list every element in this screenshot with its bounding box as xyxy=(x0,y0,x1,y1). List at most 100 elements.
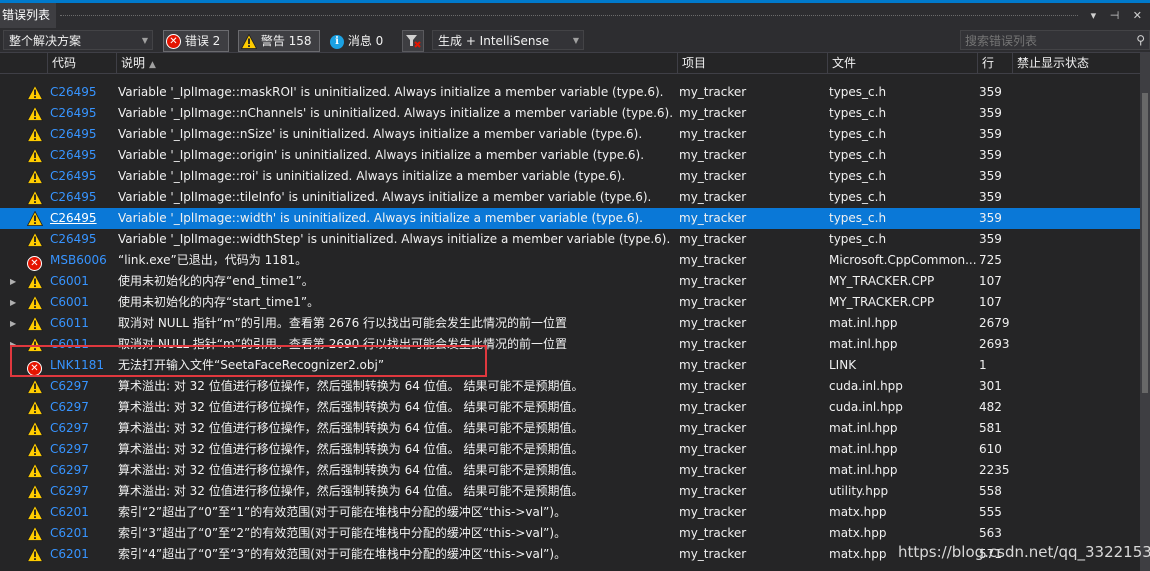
expand-arrow-icon[interactable]: ▶ xyxy=(10,271,16,292)
annotation-highlight-box xyxy=(10,345,487,377)
table-row[interactable]: C6201 索引“2”超出了“0”至“1”的有效范围(对于可能在堆栈中分配的缓冲区… xyxy=(0,502,1140,523)
row-code-link[interactable]: C26495 xyxy=(50,103,97,124)
table-row[interactable]: C26495 Variable '_IplImage::nSize' is uni… xyxy=(0,124,1140,145)
table-row[interactable]: ✕ MSB6006 “link.exe”已退出，代码为 1181。 my_tracke… xyxy=(0,250,1140,271)
watermark: https://blog.csdn.net/qq_33221533 xyxy=(898,543,1150,561)
row-description: Variable '_IplImage::nSize' is uninitial… xyxy=(118,127,643,141)
table-row[interactable]: C6297 算术溢出: 对 32 位值进行移位操作，然后强制转换为 64 位值。 … xyxy=(0,481,1140,502)
row-file: mat.inl.hpp xyxy=(829,316,898,330)
row-file: types_c.h xyxy=(829,232,887,246)
row-code-link[interactable]: C26495 xyxy=(50,145,97,166)
row-code-link[interactable]: C6201 xyxy=(50,502,89,523)
column-suppression[interactable]: 禁止显示状态 xyxy=(1012,53,1140,73)
title-grip[interactable] xyxy=(60,15,1078,16)
filter-icon[interactable] xyxy=(402,30,424,52)
row-file: types_c.h xyxy=(829,127,887,141)
search-icon[interactable]: ⚲ xyxy=(1136,33,1145,47)
row-project: my_tracker xyxy=(679,400,747,414)
errors-filter-button[interactable]: ✕ 错误 2 xyxy=(163,30,229,52)
messages-filter-button[interactable]: i 消息 0 xyxy=(327,30,395,52)
warnings-filter-button[interactable]: 警告 158 xyxy=(238,30,320,52)
row-line: 359 xyxy=(979,85,1002,99)
row-code-link[interactable]: C6297 xyxy=(50,376,89,397)
build-filter-dropdown[interactable]: 生成 + IntelliSense ▼ xyxy=(432,30,584,50)
row-code-link[interactable]: C6011 xyxy=(50,313,89,334)
scrollbar-thumb[interactable] xyxy=(1142,93,1148,393)
row-code-link[interactable]: C6201 xyxy=(50,523,89,544)
row-code-link[interactable]: C6297 xyxy=(50,397,89,418)
scope-dropdown[interactable]: 整个解决方案 ▼ xyxy=(3,30,153,50)
row-code-link[interactable]: C26495 xyxy=(50,166,97,187)
table-row[interactable]: C26495 Variable '_IplImage::roi' is unini… xyxy=(0,166,1140,187)
row-line: 359 xyxy=(979,211,1002,225)
row-line: 359 xyxy=(979,148,1002,162)
table-row[interactable]: C26495 Variable '_IplImage::nChannels' is… xyxy=(0,103,1140,124)
column-suppression-label: 禁止显示状态 xyxy=(1017,56,1090,70)
row-code-link[interactable]: C6297 xyxy=(50,418,89,439)
row-project: my_tracker xyxy=(679,379,747,393)
column-file[interactable]: 文件 xyxy=(827,53,977,73)
row-code-link[interactable]: C6001 xyxy=(50,271,89,292)
row-code-link[interactable]: C6297 xyxy=(50,439,89,460)
row-code-link[interactable]: C26495 xyxy=(50,187,97,208)
table-row[interactable]: C26495 Variable '_IplImage::origin' is un… xyxy=(0,145,1140,166)
row-line: 1 xyxy=(979,358,987,372)
vertical-scrollbar[interactable] xyxy=(1140,53,1150,571)
row-code-link[interactable]: C6001 xyxy=(50,292,89,313)
row-line: 359 xyxy=(979,190,1002,204)
row-code-link[interactable]: C26495 xyxy=(50,229,97,250)
row-code-link[interactable]: MSB6006 xyxy=(50,250,107,271)
table-row[interactable]: ▶ C6011 取消对 NULL 指针“m”的引用。查看第 2676 行以找出可能会… xyxy=(0,313,1140,334)
row-file: MY_TRACKER.CPP xyxy=(829,295,935,309)
row-code-link[interactable]: C26495 xyxy=(50,124,97,145)
dropdown-icon[interactable]: ▾ xyxy=(1091,9,1097,22)
expand-arrow-icon[interactable]: ▶ xyxy=(10,292,16,313)
row-code-link[interactable]: C6297 xyxy=(50,460,89,481)
column-description[interactable]: 说明 ▲ xyxy=(116,53,677,73)
table-row[interactable]: C26495 Variable '_IplImage::maskROI' is u… xyxy=(0,82,1140,103)
row-line: 2235 xyxy=(979,463,1010,477)
column-project[interactable]: 项目 xyxy=(677,53,827,73)
table-row[interactable]: C6297 算术溢出: 对 32 位值进行移位操作，然后强制转换为 64 位值。 … xyxy=(0,418,1140,439)
search-input[interactable] xyxy=(961,31,1127,51)
row-project: my_tracker xyxy=(679,295,747,309)
scope-dropdown-value: 整个解决方案 xyxy=(9,34,82,48)
table-row[interactable]: C6201 索引“3”超出了“0”至“2”的有效范围(对于可能在堆栈中分配的缓冲区… xyxy=(0,523,1140,544)
row-code-link[interactable]: C6201 xyxy=(50,544,89,565)
row-project: my_tracker xyxy=(679,463,747,477)
build-filter-value: 生成 + IntelliSense xyxy=(438,34,550,48)
table-row[interactable]: ▶ C6001 使用未初始化的内存“end_time1”。 my_tracker MY_… xyxy=(0,271,1140,292)
row-project: my_tracker xyxy=(679,253,747,267)
row-description: Variable '_IplImage::roi' is uninitializ… xyxy=(118,169,626,183)
row-project: my_tracker xyxy=(679,337,747,351)
row-file: types_c.h xyxy=(829,148,887,162)
row-code-link[interactable]: C6297 xyxy=(50,481,89,502)
row-line: 563 xyxy=(979,526,1002,540)
expand-arrow-icon[interactable]: ▶ xyxy=(10,313,16,334)
row-code-link[interactable]: C26495 xyxy=(50,208,97,229)
row-description: Variable '_IplImage::tileInfo' is uninit… xyxy=(118,190,652,204)
row-line: 2693 xyxy=(979,337,1010,351)
row-file: types_c.h xyxy=(829,211,887,225)
column-header: 代码 说明 ▲ 项目 文件 行 禁止显示状态 xyxy=(0,53,1140,74)
funnel-icon xyxy=(406,35,421,48)
column-line[interactable]: 行 xyxy=(977,53,1012,73)
close-icon[interactable]: ✕ xyxy=(1133,9,1142,22)
column-code[interactable]: 代码 xyxy=(47,53,116,73)
table-row[interactable]: C26495 Variable '_IplImage::width' is uni… xyxy=(0,208,1140,229)
pin-icon[interactable]: ⊣ xyxy=(1110,9,1120,22)
chevron-down-icon: ▼ xyxy=(141,36,148,45)
row-file: cuda.inl.hpp xyxy=(829,400,903,414)
row-line: 359 xyxy=(979,106,1002,120)
row-code-link[interactable]: C26495 xyxy=(50,82,97,103)
errors-filter-label: 错误 2 xyxy=(184,34,221,48)
table-row[interactable]: C26495 Variable '_IplImage::tileInfo' is … xyxy=(0,187,1140,208)
table-row[interactable]: C6297 算术溢出: 对 32 位值进行移位操作，然后强制转换为 64 位值。 … xyxy=(0,397,1140,418)
table-row[interactable]: C6297 算术溢出: 对 32 位值进行移位操作，然后强制转换为 64 位值。 … xyxy=(0,376,1140,397)
row-description: 算术溢出: 对 32 位值进行移位操作，然后强制转换为 64 位值。 结果可能不… xyxy=(118,442,584,456)
table-row[interactable]: C6297 算术溢出: 对 32 位值进行移位操作，然后强制转换为 64 位值。 … xyxy=(0,439,1140,460)
row-line: 482 xyxy=(979,400,1002,414)
table-row[interactable]: C26495 Variable '_IplImage::widthStep' is… xyxy=(0,229,1140,250)
table-row[interactable]: ▶ C6001 使用未初始化的内存“start_time1”。 my_tracker M… xyxy=(0,292,1140,313)
table-row[interactable]: C6297 算术溢出: 对 32 位值进行移位操作，然后强制转换为 64 位值。 … xyxy=(0,460,1140,481)
